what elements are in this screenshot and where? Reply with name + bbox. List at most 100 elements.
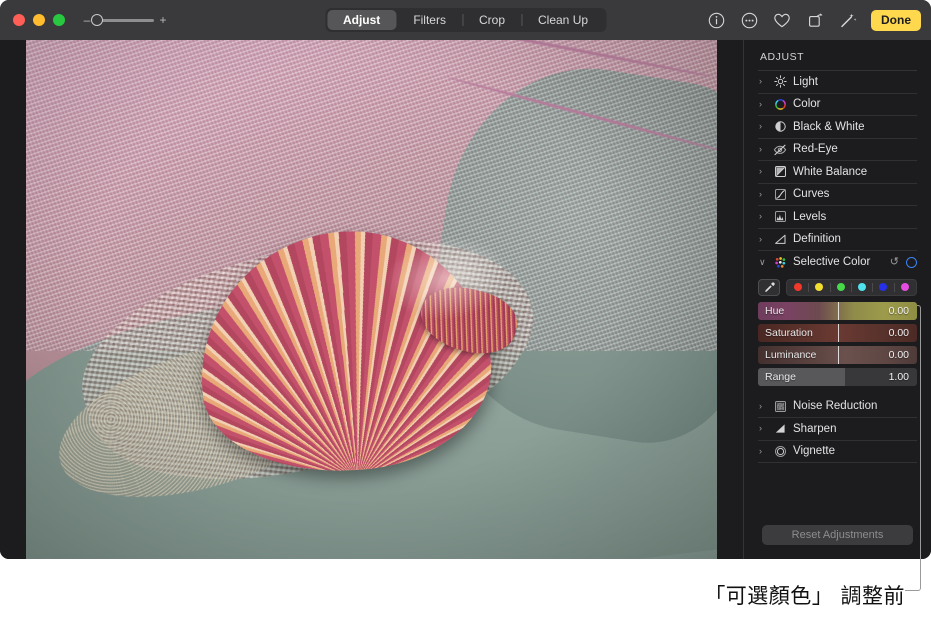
sidebar-item-light[interactable]: › Light (758, 71, 917, 94)
chevron-right-icon[interactable]: › (759, 424, 772, 433)
range-slider-value: 1.00 (888, 370, 909, 383)
chevron-right-icon[interactable]: › (759, 446, 772, 456)
zoom-out-icon[interactable]: – (83, 14, 91, 26)
sidebar-item-noise-reduction[interactable]: › Noise Reduction (758, 396, 917, 418)
adjustments-sidebar: ADJUST › Light › Color › Black & White ›… (743, 40, 931, 559)
luminance-slider-knob[interactable] (837, 345, 840, 364)
hue-slider-label: Hue (765, 304, 785, 317)
sidebar-item-curves[interactable]: › Curves (758, 184, 917, 206)
close-window-button[interactable] (13, 14, 25, 26)
sidebar-item-label: Curves (793, 188, 830, 201)
swatch-magenta[interactable] (900, 283, 909, 291)
reset-adjustments-button[interactable]: Reset Adjustments (762, 525, 913, 545)
eyedropper-icon[interactable] (758, 278, 780, 296)
info-icon[interactable] (706, 10, 726, 30)
edited-photo-image[interactable] (26, 40, 717, 559)
sidebar-item-red-eye[interactable]: › Red-Eye (758, 139, 917, 161)
swatch-yellow[interactable] (815, 283, 824, 291)
selective-color-controls: Hue 0.00 Saturation 0.00 Luminance 0.00 (758, 274, 917, 386)
sharpen-icon (772, 422, 788, 436)
sidebar-item-color[interactable]: › Color (758, 94, 917, 116)
sidebar-item-label: Sharpen (793, 422, 837, 435)
enable-toggle-circle[interactable] (906, 256, 917, 268)
tab-clean-up[interactable]: Clean Up (522, 10, 604, 30)
sidebar-item-vignette[interactable]: › Vignette (758, 441, 917, 463)
swatch-separator (829, 282, 831, 292)
auto-enhance-wand-icon[interactable] (838, 10, 858, 30)
chevron-down-icon[interactable]: ∨ (759, 257, 772, 267)
more-options-icon[interactable] (739, 10, 759, 30)
range-slider-label: Range (765, 370, 796, 383)
sidebar-item-white-balance[interactable]: › White Balance (758, 161, 917, 184)
saturation-slider-label: Saturation (765, 326, 813, 339)
swatch-separator (893, 282, 895, 292)
swatch-separator (850, 282, 852, 292)
sidebar-item-label: Red-Eye (793, 143, 838, 156)
sidebar-item-black-and-white[interactable]: › Black & White (758, 116, 917, 139)
levels-icon (772, 210, 788, 224)
zoom-slider-control[interactable]: – + (83, 14, 167, 26)
sidebar-item-label: Levels (793, 210, 827, 223)
curves-icon (772, 187, 788, 201)
selective-color-swatches[interactable] (786, 278, 917, 296)
noise-reduction-icon (772, 399, 788, 413)
chevron-right-icon[interactable]: › (759, 99, 772, 109)
saturation-slider[interactable]: Saturation 0.00 (758, 323, 917, 342)
tab-filters[interactable]: Filters (397, 10, 462, 30)
luminance-slider[interactable]: Luminance 0.00 (758, 345, 917, 364)
swatch-red[interactable] (794, 283, 803, 291)
window-traffic-lights (13, 14, 65, 26)
hue-slider[interactable]: Hue 0.00 (758, 301, 917, 320)
light-icon (772, 75, 788, 89)
range-slider[interactable]: Range 1.00 (758, 367, 917, 386)
color-wheel-icon (772, 97, 788, 111)
photo-canvas-area[interactable] (0, 40, 743, 559)
maximize-window-button[interactable] (53, 14, 65, 26)
sidebar-item-label: White Balance (793, 165, 868, 178)
chevron-right-icon[interactable]: › (759, 77, 772, 86)
tab-adjust[interactable]: Adjust (326, 10, 397, 30)
sidebar-item-definition[interactable]: › Definition (758, 229, 917, 251)
swatch-cyan[interactable] (858, 283, 867, 291)
sidebar-item-label: Noise Reduction (793, 400, 878, 413)
black-and-white-icon (772, 120, 788, 134)
selective-color-icon (772, 255, 788, 269)
zoom-slider-track[interactable] (91, 14, 154, 26)
hue-slider-knob[interactable] (837, 301, 840, 320)
chevron-right-icon[interactable]: › (759, 189, 772, 199)
zoom-in-icon[interactable]: + (159, 14, 167, 26)
minimize-window-button[interactable] (33, 14, 45, 26)
chevron-right-icon[interactable]: › (759, 122, 772, 131)
zoom-slider-knob[interactable] (91, 14, 103, 26)
chevron-right-icon[interactable]: › (759, 234, 772, 244)
done-button[interactable]: Done (871, 9, 921, 31)
window-toolbar: – + Adjust Filters Crop Clean Up Done (0, 0, 931, 40)
photo-vignette-overlay (26, 40, 717, 559)
hue-slider-value: 0.00 (888, 304, 909, 317)
swatch-blue[interactable] (879, 283, 888, 291)
sidebar-item-levels[interactable]: › Levels (758, 206, 917, 229)
editor-mode-segmented-control[interactable]: Adjust Filters Crop Clean Up (324, 8, 607, 32)
sidebar-item-label: Selective Color (793, 256, 871, 269)
sidebar-item-selective-color[interactable]: ∨ Selective Color ↺ (758, 251, 917, 274)
sidebar-item-label: Light (793, 75, 818, 88)
screenshot-root: – + Adjust Filters Crop Clean Up Done AD… (0, 0, 931, 622)
chevron-right-icon[interactable]: › (759, 167, 772, 176)
saturation-slider-value: 0.00 (888, 326, 909, 339)
tab-crop[interactable]: Crop (463, 10, 521, 30)
toolbar-right-actions: Done (706, 9, 921, 31)
sidebar-item-label: Definition (793, 233, 841, 246)
chevron-right-icon[interactable]: › (759, 401, 772, 411)
chevron-right-icon[interactable]: › (759, 144, 772, 154)
swatch-separator (808, 282, 810, 292)
rotate-icon[interactable] (805, 10, 825, 30)
saturation-slider-knob[interactable] (837, 323, 840, 342)
sidebar-item-sharpen[interactable]: › Sharpen (758, 418, 917, 441)
photos-editor-window: – + Adjust Filters Crop Clean Up Done AD… (0, 0, 931, 559)
swatch-green[interactable] (836, 283, 845, 291)
chevron-right-icon[interactable]: › (759, 212, 772, 221)
favorite-heart-icon[interactable] (772, 10, 792, 30)
luminance-slider-value: 0.00 (888, 348, 909, 361)
reset-arrow-icon[interactable]: ↺ (890, 256, 899, 268)
vignette-icon (772, 444, 788, 458)
